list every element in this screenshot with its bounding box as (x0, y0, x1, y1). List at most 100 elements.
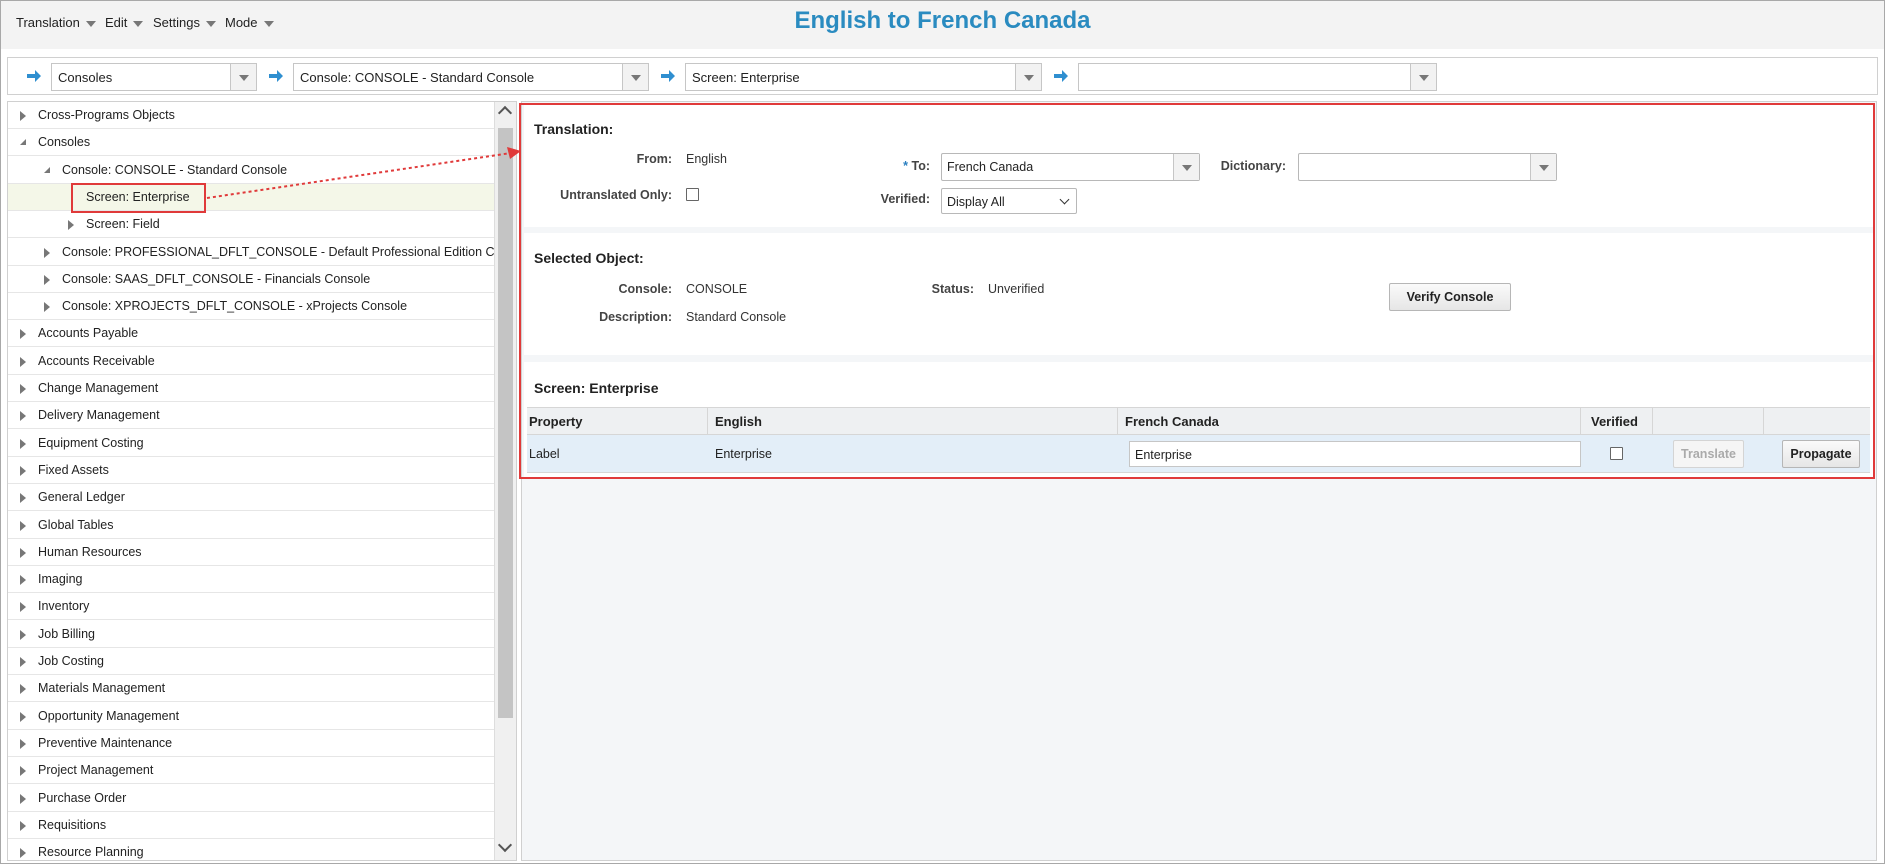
tree-item[interactable]: Delivery Management (8, 402, 494, 430)
tree-item[interactable]: Materials Management (8, 675, 494, 703)
tree-item-label: Accounts Receivable (38, 353, 155, 368)
collapsed-triangle-icon[interactable] (20, 575, 26, 586)
tree-item[interactable]: Consoles (8, 129, 494, 157)
collapsed-triangle-icon[interactable] (20, 520, 26, 531)
chevron-down-icon (631, 75, 641, 81)
tree-item[interactable]: Accounts Receivable (8, 348, 494, 375)
tree-item-label: Requisitions (38, 817, 107, 832)
tree-item-label: Opportunity Management (38, 708, 180, 723)
tree-item[interactable]: Accounts Payable (8, 320, 494, 348)
tree-item-label: Change Management (38, 381, 159, 395)
chevron-down-icon (1024, 75, 1034, 81)
tree-item-label: Resource Planning (38, 845, 144, 860)
collapsed-triangle-icon[interactable] (44, 302, 50, 313)
collapsed-triangle-icon[interactable] (20, 356, 26, 367)
dropdown-button[interactable] (230, 64, 256, 90)
collapsed-triangle-icon[interactable] (20, 629, 26, 640)
tree-item[interactable]: Global Tables (8, 512, 494, 539)
scroll-up-icon[interactable] (497, 105, 513, 121)
tree-item[interactable]: General Ledger (8, 484, 494, 512)
breadcrumb-combo-console[interactable]: Console: CONSOLE - Standard Console (293, 63, 649, 91)
collapsed-triangle-icon[interactable] (20, 820, 26, 831)
tree-item[interactable]: Purchase Order (8, 785, 494, 812)
arrow-right-icon (1054, 70, 1068, 82)
tree-item-label: Materials Management (38, 681, 166, 696)
tree-item[interactable]: Requisitions (8, 812, 494, 839)
tree-item[interactable]: Human Resources (8, 539, 494, 566)
tree-item-label: Inventory (38, 599, 90, 614)
tree-item-label: Delivery Management (38, 408, 160, 423)
combo-value: Screen: Enterprise (692, 70, 800, 85)
breadcrumb-combo-screen[interactable]: Screen: Enterprise (685, 63, 1042, 91)
tree-item[interactable]: Change Management (8, 375, 494, 402)
tree-item-label: Job Billing (38, 626, 95, 641)
tree-item-label: Consoles (38, 135, 91, 150)
tree-item[interactable]: Fixed Assets (8, 457, 494, 484)
expanded-triangle-icon[interactable] (44, 166, 50, 173)
tree-item[interactable]: Console: PROFESSIONAL_DFLT_CONSOLE - Def… (8, 239, 501, 266)
arrow-right-icon (27, 70, 41, 82)
collapsed-triangle-icon[interactable] (20, 848, 26, 859)
dropdown-button[interactable] (1015, 64, 1041, 90)
collapsed-triangle-icon[interactable] (68, 220, 74, 231)
dropdown-button[interactable] (622, 64, 648, 90)
tree-item-label: Screen: Field (86, 217, 160, 232)
expanded-triangle-icon[interactable] (20, 139, 26, 146)
tree-item[interactable]: Console: CONSOLE - Standard Console (8, 157, 494, 184)
breadcrumb-combo-empty[interactable] (1078, 63, 1437, 91)
collapsed-triangle-icon[interactable] (20, 329, 26, 340)
tree-item-label: Preventive Maintenance (38, 735, 173, 750)
tree-scrollbar[interactable] (494, 102, 516, 860)
breadcrumb-combo-consoles[interactable]: Consoles (51, 63, 257, 91)
collapsed-triangle-icon[interactable] (20, 493, 26, 504)
collapsed-triangle-icon[interactable] (20, 793, 26, 804)
chevron-down-icon (1419, 75, 1429, 81)
collapsed-triangle-icon[interactable] (20, 657, 26, 667)
collapsed-triangle-icon[interactable] (20, 602, 26, 613)
menu-bar: Translation Edit Settings Mode English t… (1, 1, 1884, 49)
app-window: Translation Edit Settings Mode English t… (0, 0, 1885, 864)
collapsed-triangle-icon[interactable] (44, 247, 50, 258)
collapsed-triangle-icon[interactable] (44, 274, 50, 285)
tree-item[interactable]: Inventory (8, 593, 494, 621)
tree-item[interactable]: Screen: Field (8, 211, 494, 239)
chevron-down-icon (239, 75, 249, 81)
callout-highlight-tree-item (71, 183, 206, 213)
tree-item-label: General Ledger (38, 490, 125, 505)
collapsed-triangle-icon[interactable] (20, 465, 26, 476)
tree-item[interactable]: Preventive Maintenance (8, 730, 494, 757)
tree-item-label: Console: CONSOLE - Standard Console (62, 162, 288, 177)
scroll-down-icon[interactable] (497, 837, 513, 853)
tree-item[interactable]: Equipment Costing (8, 430, 494, 457)
collapsed-triangle-icon[interactable] (20, 738, 26, 749)
tree-item[interactable]: Job Billing (8, 621, 494, 648)
tree-item-label: Equipment Costing (38, 435, 144, 450)
collapsed-triangle-icon[interactable] (20, 547, 26, 558)
collapsed-triangle-icon[interactable] (20, 438, 26, 449)
tree-item[interactable]: Console: SAAS_DFLT_CONSOLE - Financials … (8, 266, 494, 293)
tree-item[interactable]: Console: XPROJECTS_DFLT_CONSOLE - xProje… (8, 293, 494, 321)
tree-item[interactable]: Opportunity Management (8, 703, 494, 730)
tree-item[interactable]: Cross-Programs Objects (8, 102, 494, 129)
tree-item[interactable]: Imaging (8, 566, 494, 594)
tree-item-label: Project Management (38, 763, 154, 778)
breadcrumb: Consoles Console: CONSOLE - Standard Con… (7, 57, 1878, 95)
tree-item-label: Cross-Programs Objects (38, 108, 175, 122)
tree-item-label: Fixed Assets (38, 462, 109, 477)
page-title: English to French Canada (794, 7, 1091, 34)
scroll-thumb[interactable] (498, 128, 513, 718)
collapsed-triangle-icon[interactable] (20, 384, 26, 394)
object-tree: Cross-Programs Objects Consoles Console: C… (7, 101, 517, 861)
collapsed-triangle-icon[interactable] (20, 766, 26, 777)
collapsed-triangle-icon[interactable] (20, 684, 26, 695)
combo-value: Consoles (58, 70, 113, 85)
collapsed-triangle-icon[interactable] (20, 111, 26, 121)
dropdown-button[interactable] (1410, 64, 1436, 90)
tree-item[interactable]: Resource Planning (8, 839, 494, 860)
collapsed-triangle-icon[interactable] (20, 411, 26, 422)
tree-item-label: Global Tables (38, 517, 114, 532)
tree-item[interactable]: Job Costing (8, 648, 494, 675)
tree-item-label: Console: PROFESSIONAL_DFLT_CONSOLE - Def… (62, 244, 501, 259)
tree-item[interactable]: Project Management (8, 757, 494, 785)
collapsed-triangle-icon[interactable] (20, 711, 26, 722)
